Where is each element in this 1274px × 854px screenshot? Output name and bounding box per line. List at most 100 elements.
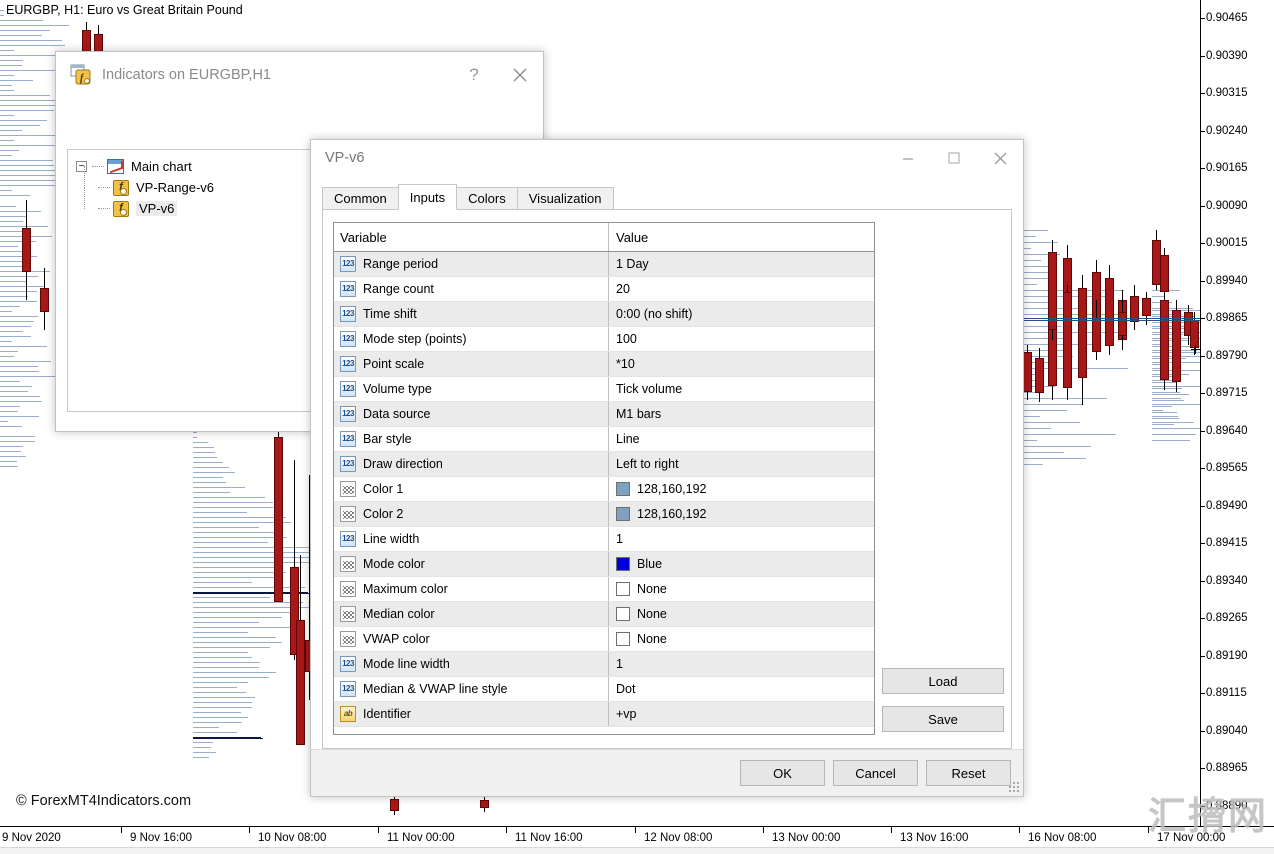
- minimize-icon[interactable]: [885, 140, 931, 176]
- volume-profile-bar: [0, 331, 23, 332]
- volume-profile-bar: [1152, 404, 1200, 405]
- parameter-row[interactable]: 123Median & VWAP line styleDot: [334, 677, 874, 702]
- parameter-value-cell[interactable]: None: [609, 627, 874, 651]
- parameter-row[interactable]: 123Volume typeTick volume: [334, 377, 874, 402]
- parameter-name-label: Line width: [363, 532, 419, 546]
- parameter-name-label: Maximum color: [363, 582, 448, 596]
- parameter-row[interactable]: Median colorNone: [334, 602, 874, 627]
- candlestick: [1118, 312, 1127, 336]
- parameter-row[interactable]: 123Point scale*10: [334, 352, 874, 377]
- volume-profile-bar: [0, 386, 32, 387]
- parameter-value-label: 1: [616, 657, 623, 671]
- close-icon[interactable]: [977, 140, 1023, 176]
- parameter-row[interactable]: 123 Time shift 0:00 (no shift): [334, 302, 874, 327]
- volume-profile-bar: [1022, 416, 1040, 417]
- parameter-name-label: Time shift: [363, 307, 417, 321]
- save-button[interactable]: Save: [882, 706, 1004, 732]
- parameter-row[interactable]: 123Line width1: [334, 527, 874, 552]
- parameter-row[interactable]: Color 1128,160,192: [334, 477, 874, 502]
- ok-button[interactable]: OK: [740, 760, 825, 786]
- volume-profile-bar: [1022, 260, 1041, 261]
- reset-button[interactable]: Reset: [926, 760, 1011, 786]
- parameter-value-cell[interactable]: None: [609, 577, 874, 601]
- parameter-row[interactable]: abIdentifier+vp: [334, 702, 874, 727]
- parameter-value-cell[interactable]: 128,160,192: [609, 477, 874, 501]
- volume-profile-bar: [193, 507, 273, 508]
- parameter-row[interactable]: 123Range period1 Day: [334, 252, 874, 277]
- price-axis[interactable]: 0.904650.903900.903150.902400.901650.900…: [1200, 0, 1274, 826]
- close-icon[interactable]: [497, 52, 543, 97]
- parameter-value-cell[interactable]: 128,160,192: [609, 502, 874, 526]
- parameter-value-cell[interactable]: Left to right: [609, 452, 874, 476]
- parameter-row[interactable]: Mode colorBlue: [334, 552, 874, 577]
- parameter-name-cell: 123 Time shift: [334, 302, 609, 326]
- candlestick: [1023, 352, 1032, 392]
- inputs-parameter-grid[interactable]: Variable Value 123Range period1 Day123Ra…: [333, 222, 875, 735]
- parameter-row[interactable]: Color 2128,160,192: [334, 502, 874, 527]
- price-axis-tick: 0.90315: [1201, 88, 1248, 99]
- parameter-value-cell[interactable]: Blue: [609, 552, 874, 576]
- volume-profile-bar: [0, 371, 39, 372]
- parameter-value-cell[interactable]: 0:00 (no shift): [609, 302, 874, 326]
- parameter-value-cell[interactable]: 100: [609, 327, 874, 351]
- candlestick: [296, 620, 305, 745]
- parameter-value-label: 0:00 (no shift): [616, 307, 692, 321]
- volume-profile-bar: [193, 452, 215, 453]
- indicators-dialog-titlebar[interactable]: f Indicators on EURGBP,H1 ?: [56, 52, 543, 97]
- parameter-value-cell[interactable]: None: [609, 602, 874, 626]
- color-swatch: [616, 607, 630, 621]
- tab-common[interactable]: Common: [322, 187, 399, 209]
- cancel-button[interactable]: Cancel: [833, 760, 918, 786]
- volume-profile-bar: [0, 40, 62, 41]
- parameter-value-cell[interactable]: +vp: [609, 702, 874, 726]
- parameter-row[interactable]: Maximum color None: [334, 577, 874, 602]
- volume-profile-bar: [1152, 406, 1172, 407]
- tab-colors[interactable]: Colors: [456, 187, 518, 209]
- parameter-row[interactable]: 123Mode step (points)100: [334, 327, 874, 352]
- parameter-value-cell[interactable]: Line: [609, 427, 874, 451]
- parameter-value-label: 128,160,192: [637, 507, 707, 521]
- parameter-name-label: Bar style: [363, 432, 412, 446]
- number-icon: 123: [340, 306, 356, 322]
- time-axis-tick: 11 Nov 16:00: [515, 832, 583, 844]
- parameter-value-cell[interactable]: 1 Day: [609, 252, 874, 276]
- parameter-row[interactable]: VWAP colorNone: [334, 627, 874, 652]
- parameter-value-cell[interactable]: 1: [609, 527, 874, 551]
- parameter-value-cell[interactable]: 1: [609, 652, 874, 676]
- parameter-value-cell[interactable]: *10: [609, 352, 874, 376]
- volume-profile-bar: [193, 467, 229, 468]
- tab-inputs[interactable]: Inputs: [398, 184, 457, 210]
- volume-profile-bar: [1152, 374, 1189, 375]
- parameter-value-cell[interactable]: Dot: [609, 677, 874, 701]
- volume-profile-bar: [193, 597, 270, 598]
- parameter-value-cell[interactable]: M1 bars: [609, 402, 874, 426]
- load-button[interactable]: Load: [882, 668, 1004, 694]
- color-icon: [340, 506, 356, 522]
- vp-dialog-tabs[interactable]: Common Inputs Colors Visualization: [322, 185, 1012, 210]
- candlestick: [82, 30, 91, 52]
- tab-visualization[interactable]: Visualization: [517, 187, 614, 209]
- parameter-row[interactable]: 123Mode line width1: [334, 652, 874, 677]
- parameter-row[interactable]: 123Draw directionLeft to right: [334, 452, 874, 477]
- volume-profile-bar: [0, 65, 22, 66]
- time-axis-tick: 12 Nov 08:00: [644, 832, 712, 844]
- volume-profile-bar: [193, 682, 248, 683]
- vp-v6-properties-dialog[interactable]: VP-v6 Common Inputs Colors Visualization: [310, 139, 1024, 797]
- parameter-value-cell[interactable]: 20: [609, 277, 874, 301]
- color-swatch: [616, 482, 630, 496]
- time-axis-tick: 9 Nov 2020: [2, 832, 61, 844]
- vp-dialog-titlebar[interactable]: VP-v6: [311, 140, 1023, 176]
- time-axis-tick: 10 Nov 08:00: [258, 832, 326, 844]
- time-axis[interactable]: 9 Nov 20209 Nov 16:0010 Nov 08:0011 Nov …: [0, 826, 1274, 854]
- parameter-value-cell[interactable]: Tick volume: [609, 377, 874, 401]
- parameter-row[interactable]: 123Bar styleLine: [334, 427, 874, 452]
- parameter-value-label: None: [637, 607, 667, 621]
- volume-profile-bar: [1022, 296, 1039, 297]
- parameter-row[interactable]: 123Range count20: [334, 277, 874, 302]
- volume-profile-bar: [0, 266, 23, 267]
- parameter-name-cell: abIdentifier: [334, 702, 609, 726]
- help-button[interactable]: ?: [451, 52, 497, 97]
- parameter-row[interactable]: 123Data sourceM1 bars: [334, 402, 874, 427]
- collapse-expander-icon[interactable]: −: [76, 161, 87, 172]
- maximize-icon[interactable]: [931, 140, 977, 176]
